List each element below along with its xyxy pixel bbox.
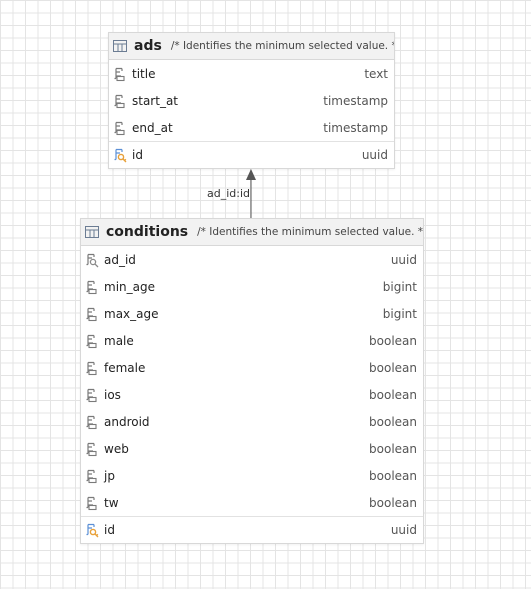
column-icon: [86, 388, 97, 402]
column-type: bigint: [382, 279, 417, 294]
column-icon: [86, 280, 97, 294]
column-icon: [86, 334, 97, 348]
column-name: start_at: [132, 93, 179, 108]
table-conditions-comment: /* Identifies the minimum selected value…: [197, 226, 423, 238]
column-type: uuid: [390, 523, 417, 537]
column-type: boolean: [369, 468, 417, 483]
relationship-label: ad_id:id: [207, 187, 251, 200]
column-row-tw[interactable]: tw boolean: [81, 489, 423, 516]
column-type: boolean: [369, 414, 417, 429]
column-icon: [86, 496, 97, 510]
column-type: timestamp: [323, 93, 388, 108]
column-icon: [86, 415, 97, 429]
column-name: android: [104, 414, 150, 429]
column-name: female: [104, 360, 146, 375]
column-type: boolean: [369, 387, 417, 402]
table-ads[interactable]: ads /* Identifies the minimum selected v…: [108, 32, 395, 169]
column-row-end-at[interactable]: end_at timestamp: [109, 114, 394, 141]
column-row-title[interactable]: title text: [109, 60, 394, 87]
foreign-key-column-icon: [86, 253, 99, 267]
column-row-female[interactable]: female boolean: [81, 354, 423, 381]
column-name: ad_id: [104, 252, 136, 267]
column-name: id: [132, 148, 143, 162]
primary-key-column-icon: [114, 148, 127, 163]
column-type: boolean: [369, 333, 417, 348]
column-row-web[interactable]: web boolean: [81, 435, 423, 462]
column-row-min-age[interactable]: min_age bigint: [81, 273, 423, 300]
column-icon: [86, 442, 97, 456]
column-icon: [86, 469, 97, 483]
column-row-ad-id-foreign-key[interactable]: ad_id uuid: [81, 246, 423, 273]
table-conditions[interactable]: conditions /* Identifies the minimum sel…: [80, 218, 424, 544]
column-name: tw: [104, 495, 119, 510]
table-ads-name: ads: [134, 38, 162, 54]
column-row-id-primary-key[interactable]: id uuid: [81, 516, 423, 543]
column-icon: [114, 67, 125, 81]
column-name: end_at: [132, 120, 173, 135]
column-row-jp[interactable]: jp boolean: [81, 462, 423, 489]
column-icon: [86, 361, 97, 375]
column-name: jp: [104, 468, 115, 483]
primary-key-column-icon: [86, 523, 99, 538]
relationship-arrowhead: [246, 169, 256, 180]
column-type: bigint: [382, 306, 417, 321]
column-name: min_age: [104, 279, 155, 294]
table-icon: [85, 226, 99, 238]
column-row-android[interactable]: android boolean: [81, 408, 423, 435]
column-type: timestamp: [323, 120, 388, 135]
column-row-max-age[interactable]: max_age bigint: [81, 300, 423, 327]
table-conditions-name: conditions: [106, 224, 189, 240]
column-row-start-at[interactable]: start_at timestamp: [109, 87, 394, 114]
table-ads-header[interactable]: ads /* Identifies the minimum selected v…: [109, 33, 394, 60]
column-icon: [86, 307, 97, 321]
column-type: boolean: [369, 495, 417, 510]
column-icon: [114, 94, 125, 108]
column-type: uuid: [361, 148, 388, 162]
column-row-ios[interactable]: ios boolean: [81, 381, 423, 408]
column-row-male[interactable]: male boolean: [81, 327, 423, 354]
column-type: boolean: [369, 360, 417, 375]
column-type: uuid: [390, 252, 417, 267]
column-name: max_age: [104, 306, 159, 321]
table-conditions-header[interactable]: conditions /* Identifies the minimum sel…: [81, 219, 423, 246]
table-icon: [113, 40, 127, 52]
column-name: title: [132, 66, 156, 81]
column-name: web: [104, 441, 129, 456]
column-name: id: [104, 523, 115, 537]
column-name: ios: [104, 387, 121, 402]
column-type: boolean: [369, 441, 417, 456]
column-name: male: [104, 333, 134, 348]
column-type: text: [364, 66, 388, 81]
column-icon: [114, 121, 125, 135]
column-row-id-primary-key[interactable]: id uuid: [109, 141, 394, 168]
table-ads-comment: /* Identifies the minimum selected value…: [170, 40, 394, 52]
